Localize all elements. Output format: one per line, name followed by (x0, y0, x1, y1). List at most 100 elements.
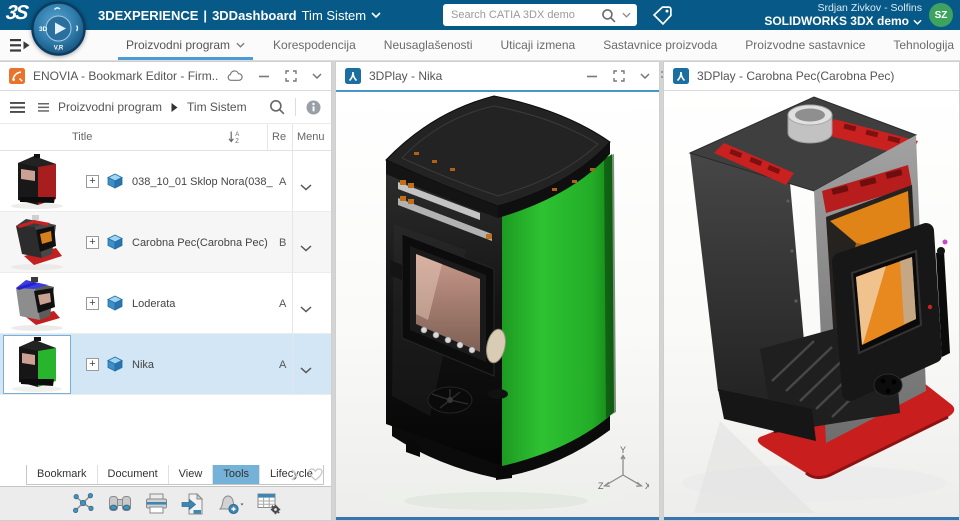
row-menu-chevron-icon[interactable] (300, 300, 312, 318)
row-title: 038_10_01 Sklop Nora(038_10_0... (132, 176, 273, 188)
app-drawer-icon[interactable] (10, 38, 31, 58)
breadcrumb-arrow-icon (171, 103, 178, 112)
favorite-heart-icon[interactable] (308, 468, 323, 481)
tag-icon[interactable] (651, 5, 675, 31)
thumbnail-carobna-pec[interactable] (4, 214, 70, 271)
svg-text:Z: Z (598, 481, 604, 491)
widget-title: 3DPlay - Carobna Pec(Carobna Pec) (697, 69, 950, 83)
table-empty-area (0, 395, 331, 465)
thumbnail-sklop-nora[interactable] (4, 153, 70, 210)
title-divider: | (203, 8, 207, 23)
panel-divider-grip[interactable] (660, 61, 663, 521)
tab-tehnologija[interactable]: Tehnologija (879, 30, 960, 60)
product-name: 3DEXPERIENCE (98, 8, 198, 23)
breadcrumb-list-icon[interactable] (38, 103, 49, 112)
3dplay-app-icon (673, 68, 689, 84)
expand-tabs-chevron-icon[interactable] (291, 469, 299, 481)
user-menu[interactable]: Srdjan Zivkov - Solfins SOLIDWORKS 3DX d… (764, 2, 922, 28)
widget-chevron-down-icon[interactable] (640, 73, 650, 79)
tab-label: Proizvodni program (126, 38, 230, 52)
subscribe-bell-icon[interactable] (216, 493, 244, 515)
search-options-chevron-icon[interactable] (622, 12, 631, 18)
table-row-sklop-nora[interactable]: + 038_10_01 Sklop Nora(038_10_0... A (0, 151, 331, 212)
panel-divider[interactable] (332, 61, 335, 521)
print-icon[interactable] (145, 493, 168, 514)
cloud-icon[interactable] (227, 70, 243, 82)
dashboard-tab-bar: Proizvodni program Korespodencija Neusag… (0, 30, 960, 61)
sort-icon[interactable]: A Z (228, 130, 242, 147)
tab-korespodencija[interactable]: Korespodencija (259, 30, 370, 60)
row-menu-chevron-icon[interactable] (300, 178, 312, 196)
dashboard-chevron-down-icon[interactable] (371, 12, 381, 18)
dassault-3ds-logo: 3S (4, 2, 28, 25)
carobna-3d-viewport[interactable] (664, 91, 959, 520)
product-cube-icon (106, 173, 124, 189)
footer-tab-document[interactable]: Document (97, 465, 168, 484)
screen: 3S 3D V,R 3DEXPERIENCE | 3DDashboard (0, 0, 960, 521)
tools-toolbar (0, 486, 331, 520)
table-row-loderata[interactable]: + Loderata A (0, 273, 331, 334)
bookmark-editor-widget: ENOVIA - Bookmark Editor - Firm... Proiz… (0, 61, 332, 521)
avatar[interactable]: SZ (929, 3, 953, 27)
expand-plus-icon[interactable]: + (86, 236, 99, 249)
column-divider (292, 124, 293, 150)
row-title: Carobna Pec(Carobna Pec) (132, 237, 273, 249)
3dplay-app-icon (345, 68, 361, 84)
row-menu-chevron-icon[interactable] (300, 239, 312, 257)
table-settings-icon[interactable] (257, 493, 282, 515)
product-cube-icon (106, 234, 124, 250)
maximize-icon[interactable] (613, 70, 625, 82)
tenant-name: SOLIDWORKS 3DX demo (764, 15, 909, 28)
binoculars-search-icon[interactable] (108, 494, 132, 514)
widget-header: 3DPlay - Carobna Pec(Carobna Pec) (664, 62, 959, 91)
carobna-stove-model (664, 91, 959, 517)
table-row-carobna-pec[interactable]: + Carobna Pec(Carobna Pec) B (0, 212, 331, 273)
svg-text:A: A (235, 132, 239, 138)
export-icon[interactable] (181, 493, 203, 515)
tab-proizvodni-program[interactable]: Proizvodni program (112, 30, 259, 60)
search-icon[interactable] (601, 8, 616, 23)
info-icon[interactable] (306, 100, 321, 115)
search-input[interactable] (451, 9, 595, 21)
minimize-icon[interactable] (258, 70, 270, 82)
product-cube-icon (106, 295, 124, 311)
column-menu: Menu (297, 131, 325, 143)
widget-menu-icon[interactable] (10, 102, 25, 113)
filter-search-icon[interactable] (269, 99, 285, 115)
tab-uticaji-izmena[interactable]: Uticaji izmena (487, 30, 590, 60)
column-title[interactable]: Title (72, 131, 92, 143)
column-divider (267, 124, 268, 150)
thumbnail-loderata[interactable] (4, 275, 70, 332)
thumbnail-nika[interactable] (4, 336, 70, 393)
row-title: Nika (132, 359, 273, 371)
enovia-app-icon (9, 68, 25, 84)
dashboard-context-name: Tim Sistem (302, 8, 367, 23)
row-revision: A (279, 298, 286, 310)
minimize-icon[interactable] (586, 70, 598, 82)
expand-plus-icon[interactable]: + (86, 358, 99, 371)
breadcrumb-row: Proizvodni program Tim Sistem (0, 91, 331, 124)
footer-tab-bookmark[interactable]: Bookmark (27, 465, 97, 484)
user-chevron-down-icon (913, 19, 922, 25)
nika-3d-viewport[interactable]: Y X Z (336, 92, 659, 520)
network-share-icon[interactable] (72, 492, 95, 515)
widget-chevron-down-icon[interactable] (312, 73, 322, 79)
app-title: 3DEXPERIENCE | 3DDashboard Tim Sistem (98, 0, 381, 30)
svg-text:Z: Z (235, 139, 239, 144)
footer-tab-view[interactable]: View (168, 465, 213, 484)
expand-plus-icon[interactable]: + (86, 175, 99, 188)
compass-menu-button[interactable]: 3D V,R (31, 1, 86, 61)
breadcrumb-root[interactable]: Proizvodni program (58, 100, 162, 114)
breadcrumb-current[interactable]: Tim Sistem (187, 100, 247, 114)
tab-neusaglasenosti[interactable]: Neusaglašenosti (370, 30, 487, 60)
tab-proizvodne-sastavnice[interactable]: Proizvodne sastavnice (731, 30, 879, 60)
tab-chevron-down-icon (236, 42, 245, 48)
row-menu-chevron-icon[interactable] (300, 361, 312, 379)
table-row-nika[interactable]: + Nika A (0, 334, 331, 395)
svg-text:V,R: V,R (54, 46, 64, 52)
maximize-icon[interactable] (285, 70, 297, 82)
tab-sastavnice-proizvoda[interactable]: Sastavnice proizvoda (589, 30, 731, 60)
footer-tab-tools[interactable]: Tools (212, 465, 259, 484)
expand-plus-icon[interactable]: + (86, 297, 99, 310)
dashboard-app-name: 3DDashboard (212, 8, 297, 23)
